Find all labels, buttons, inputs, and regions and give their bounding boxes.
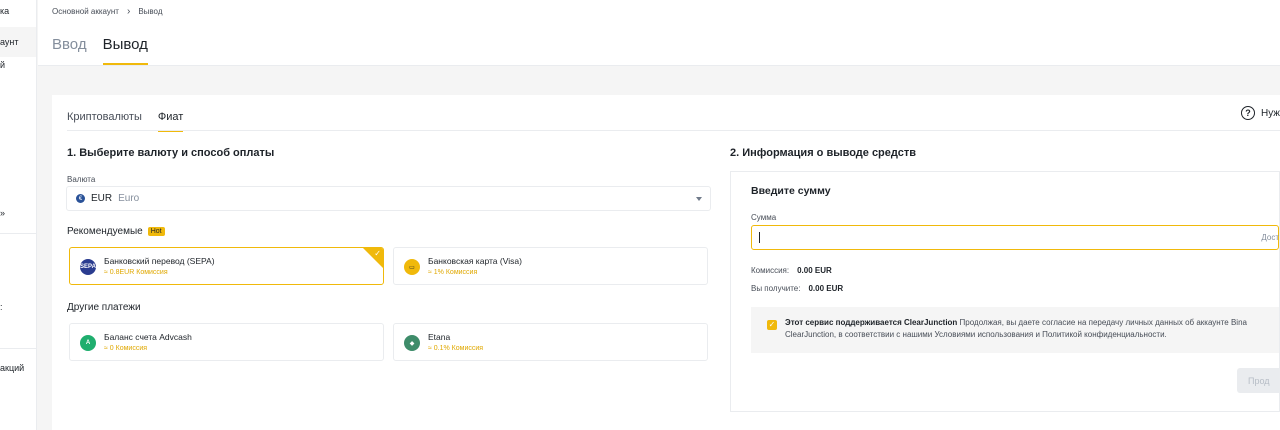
payment-name: Банковский перевод (SEPA) [104, 256, 215, 266]
chevron-right-icon: › [126, 6, 131, 17]
card-icon: ▭ [404, 259, 420, 275]
etana-icon: ◆ [404, 335, 420, 351]
payment-name: Баланс счета Advcash [104, 332, 192, 342]
consent-notice: ✓ Этот сервис поддерживается ClearJuncti… [751, 307, 1279, 353]
check-icon: ✓ [374, 249, 381, 258]
sidebar-item-2[interactable]: й [0, 60, 5, 70]
fee-label: Комиссия: [751, 266, 790, 275]
other-label: Другие платежи [67, 302, 141, 313]
recommended-label-text: Рекомендуемые [67, 226, 143, 237]
recommended-label: Рекомендуемые Hot [67, 226, 165, 237]
currency-label: Валюта [67, 175, 96, 184]
payment-option-etana[interactable]: ◆ Etana ≈ 0.1% Комиссия [393, 323, 708, 361]
payment-option-visa[interactable]: ▭ Банковская карта (Visa) ≈ 1% Комиссия [393, 247, 708, 285]
sidebar: ка аунт й » : акций [0, 0, 37, 430]
fee-value: 0.00 EUR [797, 266, 832, 275]
sidebar-divider [0, 233, 36, 234]
sidebar-item-label: аунт [0, 37, 19, 47]
tab-deposit[interactable]: Ввод [52, 36, 87, 65]
caret-down-icon [696, 197, 702, 201]
currency-name: Euro [118, 193, 140, 204]
consent-checkbox[interactable]: ✓ [767, 320, 777, 330]
amount-panel: Введите сумму Сумма Дост Комиссия: 0.00 E… [730, 171, 1280, 412]
help-label: Нуж [1260, 107, 1280, 119]
payment-option-sepa[interactable]: SEPA Банковский перевод (SEPA) ≈ 0.8EUR … [69, 247, 384, 285]
tab-fiat[interactable]: Фиат [157, 111, 184, 132]
payment-option-advcash[interactable]: A Баланс счета Advcash ≈ 0 Комиссия [69, 323, 384, 361]
receive-row: Вы получите: 0.00 EUR [751, 284, 843, 293]
available-label: Дост [1261, 233, 1279, 242]
sidebar-item-4[interactable]: : [0, 302, 3, 312]
section-title-currency: 1. Выберите валюту и способ оплаты [67, 147, 275, 159]
payment-fee: ≈ 0.1% Комиссия [428, 345, 484, 352]
other-label-text: Другие платежи [67, 302, 141, 313]
tab-withdraw[interactable]: Вывод [102, 36, 148, 65]
advcash-icon: A [80, 335, 96, 351]
consent-bold: Этот сервис поддерживается ClearJunction [785, 318, 958, 327]
euro-coin-icon: € [76, 194, 85, 203]
sidebar-item-3[interactable]: » [0, 208, 5, 218]
sub-tabs: Криптовалюты Фиат [67, 111, 184, 132]
currency-select[interactable]: € EUR Euro [66, 186, 711, 211]
breadcrumb: Основной аккаунт › Вывод [52, 6, 163, 17]
sidebar-item-1[interactable]: аунт [0, 27, 36, 57]
amount-input[interactable] [751, 225, 1279, 250]
payment-name: Банковская карта (Visa) [428, 256, 522, 266]
receive-value: 0.00 EUR [808, 284, 844, 293]
consent-text: Этот сервис поддерживается ClearJunction… [785, 317, 1279, 341]
sepa-icon: SEPA [80, 259, 96, 275]
currency-code: EUR [91, 193, 113, 204]
amount-label: Сумма [751, 213, 777, 222]
question-circle-icon: ? [1240, 106, 1255, 120]
page-header: Основной аккаунт › Вывод Ввод Вывод [38, 0, 1280, 66]
breadcrumb-current: Вывод [138, 7, 163, 16]
consent-line1: Продолжая, вы даете согласие на передачу… [957, 318, 1247, 327]
panel-title: Введите сумму [751, 185, 831, 197]
breadcrumb-parent[interactable]: Основной аккаунт [52, 7, 119, 16]
fee-row: Комиссия: 0.00 EUR [751, 266, 832, 275]
payment-fee: ≈ 0.8EUR Комиссия [104, 269, 168, 276]
tab-crypto[interactable]: Криптовалюты [67, 111, 142, 132]
payment-fee: ≈ 0 Комиссия [104, 345, 148, 352]
section-title-withdraw-info: 2. Информация о выводе средств [730, 147, 917, 159]
sidebar-divider [0, 348, 36, 349]
help-link[interactable]: ? Нуж [1240, 106, 1280, 120]
text-cursor [759, 232, 760, 243]
hot-badge: Hot [147, 227, 165, 236]
payment-fee: ≈ 1% Комиссия [428, 269, 478, 276]
continue-button[interactable]: Прод [1237, 368, 1280, 393]
sidebar-item-5[interactable]: акций [0, 363, 24, 373]
top-tabs: Ввод Вывод [52, 36, 148, 65]
tabs-divider [67, 130, 1280, 131]
receive-label: Вы получите: [751, 284, 801, 293]
withdraw-card: Криптовалюты Фиат ? Нуж 1. Выберите валю… [52, 95, 1280, 430]
consent-line2: ClearJunction, в соответствии с нашими У… [785, 330, 1167, 339]
sidebar-item-0[interactable]: ка [0, 6, 9, 16]
payment-name: Etana [428, 332, 451, 342]
